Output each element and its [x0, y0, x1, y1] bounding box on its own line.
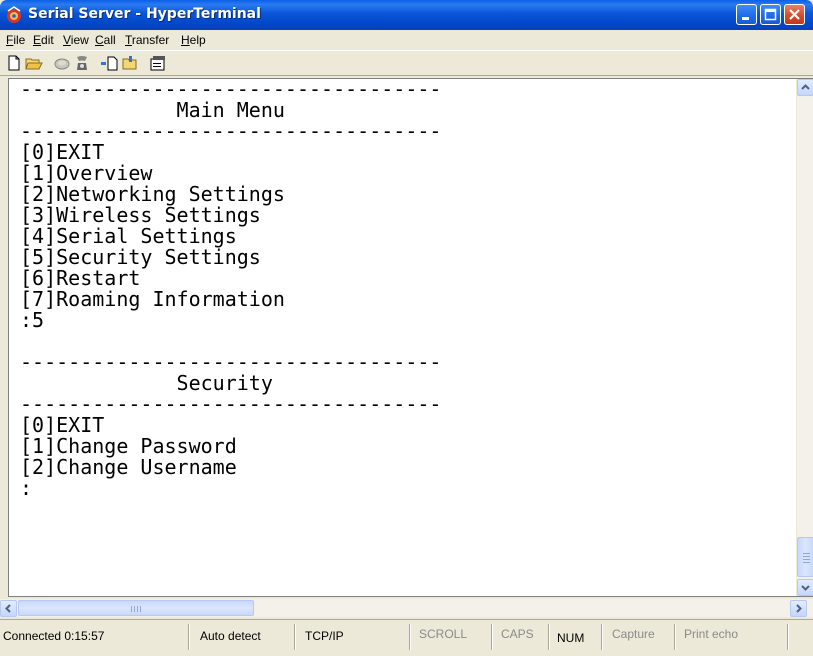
status-protocol: TCP/IP: [305, 629, 344, 643]
hyperterminal-app-icon: [7, 6, 21, 23]
maximize-button[interactable]: [760, 4, 781, 25]
menu-view[interactable]: View: [63, 33, 89, 47]
send-icon[interactable]: [100, 55, 118, 71]
new-icon[interactable]: [5, 55, 23, 71]
properties-icon[interactable]: [149, 55, 167, 71]
grip-line: [803, 559, 810, 560]
hyperterminal-window: Serial Server - HyperTerminal File Edit …: [0, 0, 813, 656]
horizontal-scroll-thumb[interactable]: [18, 600, 254, 616]
terminal-output: ----------------------------------- Main…: [20, 79, 441, 499]
terminal-line: Security: [20, 371, 273, 395]
maximize-icon: [764, 8, 777, 21]
minimize-icon: [742, 17, 749, 20]
status-caps: CAPS: [501, 627, 534, 641]
terminal-line: -----------------------------------: [20, 392, 442, 416]
grip-line: [137, 606, 138, 612]
terminal-line: [7]Roaming Information: [20, 287, 285, 311]
status-divider: [294, 624, 296, 650]
status-divider: [188, 624, 190, 650]
terminal-line: [5]Security Settings: [20, 245, 261, 269]
menu-file[interactable]: File: [6, 33, 25, 47]
grip-line: [131, 606, 132, 612]
terminal-line: -----------------------------------: [20, 119, 442, 143]
chevron-up-icon: [801, 84, 810, 90]
status-divider: [674, 624, 676, 650]
grip-line: [134, 606, 135, 612]
grip-line: [803, 553, 810, 554]
menu-edit[interactable]: Edit: [33, 33, 54, 47]
status-capture: Capture: [612, 627, 655, 641]
toolbar: [0, 50, 813, 76]
terminal-frame: ----------------------------------- Main…: [8, 78, 813, 597]
status-print-echo: Print echo: [684, 627, 739, 641]
status-num: NUM: [557, 631, 585, 645]
terminal-line: [1]Change Password: [20, 434, 237, 458]
horizontal-scrollbar[interactable]: [0, 599, 813, 617]
terminal-line: :: [20, 476, 33, 500]
terminal-line: Main Menu: [20, 98, 285, 122]
terminal-line: [0]EXIT: [20, 140, 105, 164]
terminal-screen[interactable]: ----------------------------------- Main…: [20, 79, 796, 596]
terminal-line: [2]Change Username: [20, 455, 237, 479]
window-title: Serial Server - HyperTerminal: [28, 6, 261, 22]
minimize-button[interactable]: [736, 4, 757, 25]
chevron-left-icon: [5, 604, 11, 613]
status-divider: [548, 624, 550, 650]
menu-help[interactable]: Help: [181, 33, 206, 47]
receive-icon[interactable]: [121, 55, 139, 71]
grip-line: [803, 562, 810, 563]
terminal-line: [2]Networking Settings: [20, 182, 285, 206]
title-bar[interactable]: Serial Server - HyperTerminal: [0, 0, 813, 30]
chevron-down-icon: [801, 585, 810, 591]
status-divider: [491, 624, 493, 650]
scroll-up-button[interactable]: [797, 79, 813, 96]
terminal-line: -----------------------------------: [20, 350, 442, 374]
terminal-line: [6]Restart: [20, 266, 141, 290]
chevron-right-icon: [796, 604, 802, 613]
status-divider: [787, 624, 789, 650]
dial-icon[interactable]: [73, 55, 91, 71]
terminal-line: [3]Wireless Settings: [20, 203, 261, 227]
open-icon[interactable]: [25, 55, 43, 71]
close-button[interactable]: [784, 4, 805, 25]
status-emulation: Auto detect: [200, 629, 261, 643]
scroll-down-button[interactable]: [797, 579, 813, 596]
grip-line: [803, 556, 810, 557]
close-icon: [789, 9, 800, 20]
status-bar: Connected 0:15:57 Auto detect TCP/IP SCR…: [0, 619, 813, 656]
menu-transfer[interactable]: Transfer: [125, 33, 169, 47]
disconnect-icon[interactable]: [53, 55, 71, 71]
vertical-scroll-thumb[interactable]: [797, 537, 813, 577]
terminal-line: [0]EXIT: [20, 413, 105, 437]
terminal-line: :5: [20, 308, 45, 332]
status-scroll: SCROLL: [419, 627, 468, 641]
menu-call[interactable]: Call: [95, 33, 116, 47]
terminal-line: -----------------------------------: [20, 79, 442, 101]
grip-line: [140, 606, 141, 612]
vertical-scrollbar[interactable]: [796, 79, 813, 596]
scroll-left-button[interactable]: [0, 600, 17, 617]
terminal-line: [4]Serial Settings: [20, 224, 237, 248]
status-divider: [601, 624, 603, 650]
scroll-right-button[interactable]: [790, 600, 807, 617]
status-connection-time: Connected 0:15:57: [3, 629, 105, 643]
terminal-line: [1]Overview: [20, 161, 153, 185]
menu-bar: File Edit View Call Transfer Help: [0, 30, 813, 50]
status-divider: [409, 624, 411, 650]
